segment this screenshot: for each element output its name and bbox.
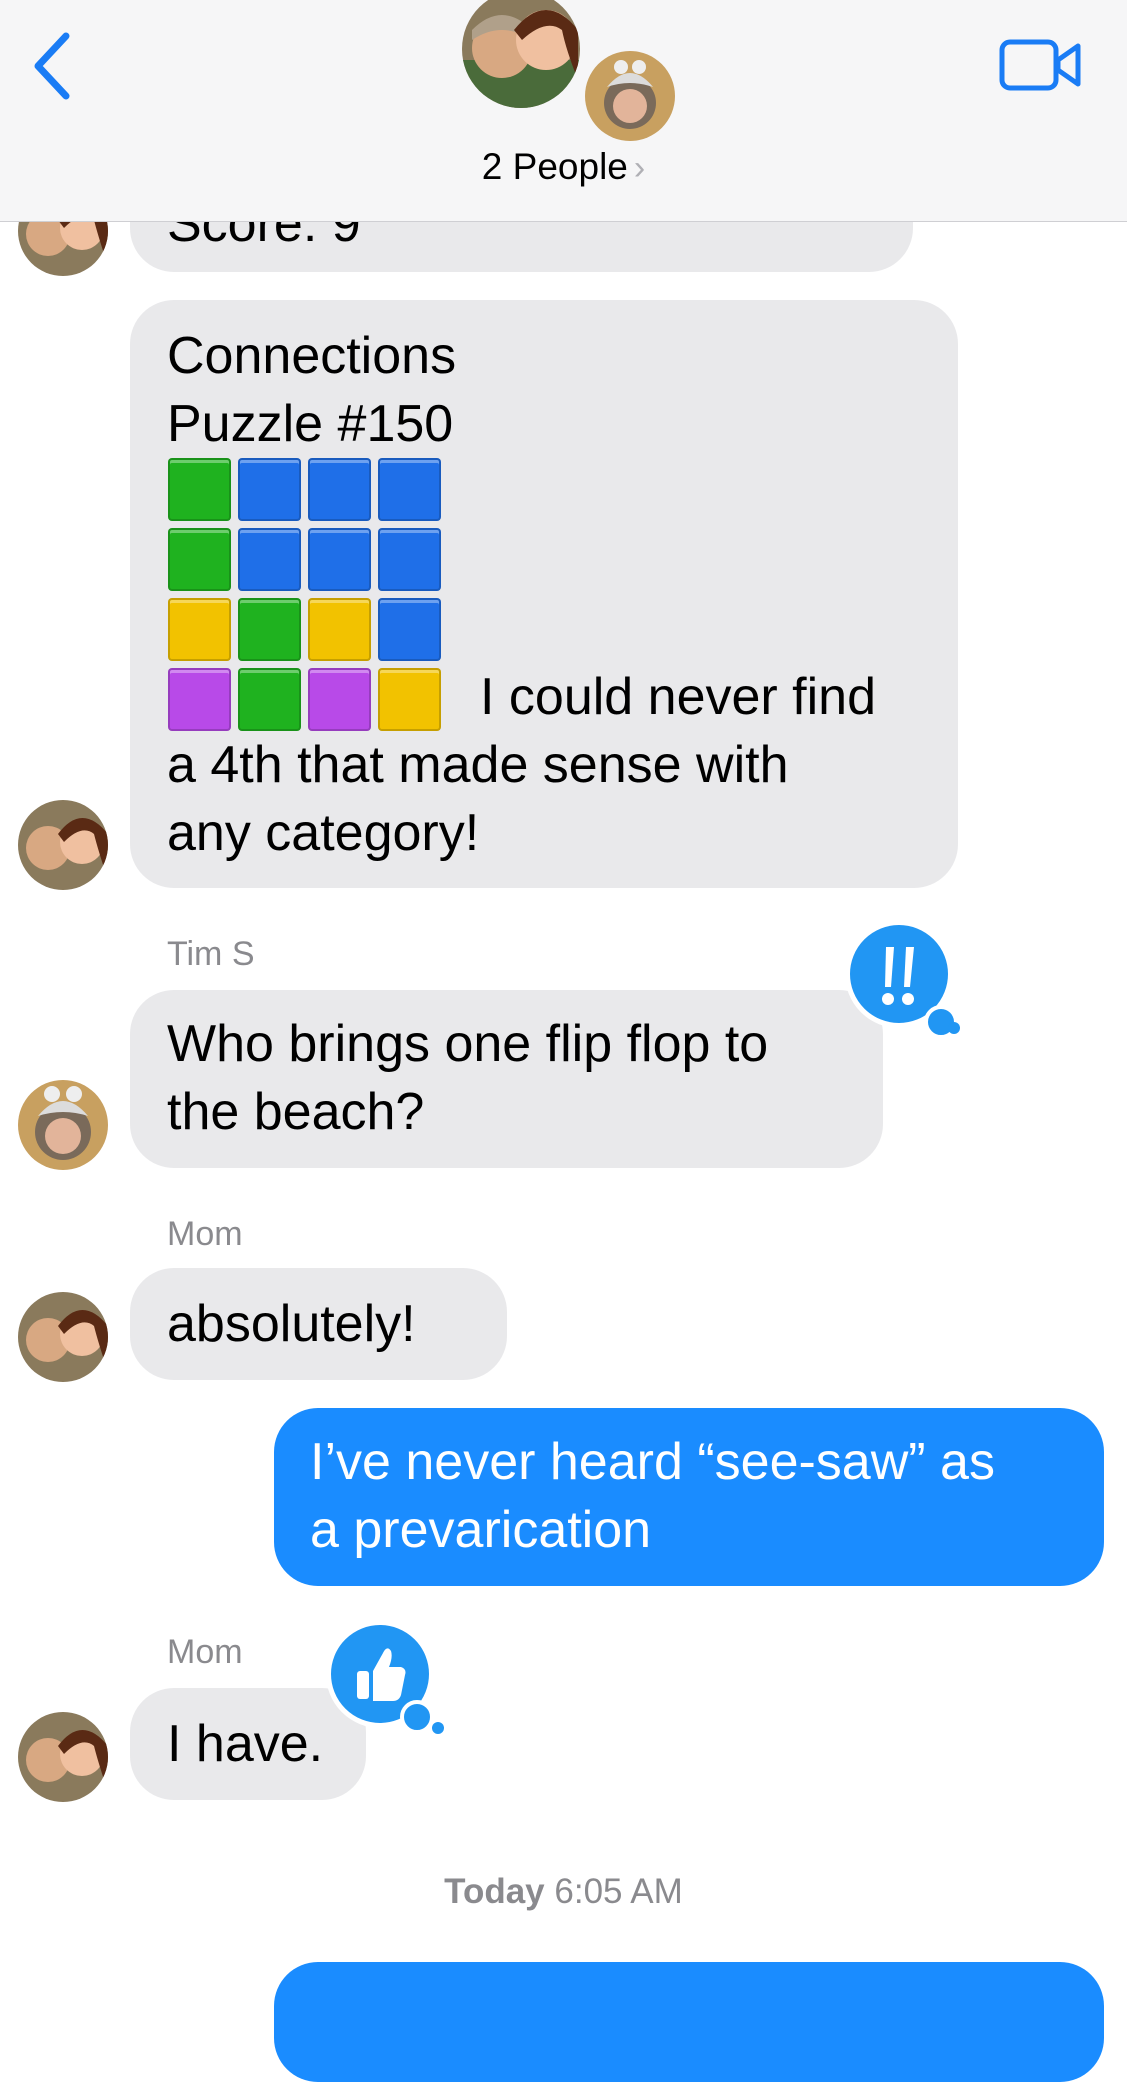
message-text-line: a 4th that made sense with bbox=[167, 736, 789, 794]
sender-name: Mom bbox=[167, 1215, 243, 1253]
tapback-tail-dot-small bbox=[948, 1022, 960, 1034]
timestamp-time: 6:05 AM bbox=[554, 1872, 683, 1911]
message-text: I have. bbox=[167, 1715, 324, 1773]
tile-blue bbox=[378, 528, 441, 591]
chevron-right-icon: › bbox=[633, 149, 646, 187]
back-chevron-icon[interactable] bbox=[28, 30, 78, 102]
tile-purple bbox=[168, 668, 231, 731]
tile-blue bbox=[308, 528, 371, 591]
tile-purple bbox=[308, 668, 371, 731]
tapback-tail-dot bbox=[400, 1700, 434, 1734]
message-bubble-connections[interactable]: Connections Puzzle #150 I could never fi… bbox=[130, 300, 958, 888]
tile-green bbox=[168, 528, 231, 591]
message-text-line: Who brings one flip flop to bbox=[167, 1015, 769, 1073]
message-bubble-absolutely[interactable]: absolutely! bbox=[130, 1268, 507, 1380]
message-text-line: I could never find bbox=[480, 668, 877, 726]
group-name-label: 2 People bbox=[481, 146, 628, 187]
avatar-mom[interactable] bbox=[18, 1292, 108, 1382]
group-name-button[interactable]: 2 People › bbox=[0, 146, 1127, 188]
tile-yellow bbox=[378, 668, 441, 731]
message-text: absolutely! bbox=[167, 1295, 416, 1353]
tile-green bbox=[238, 598, 301, 661]
tile-blue bbox=[238, 458, 301, 521]
tile-yellow bbox=[168, 598, 231, 661]
avatar-mom[interactable] bbox=[18, 1712, 108, 1802]
tile-blue bbox=[238, 528, 301, 591]
group-avatar-tim[interactable] bbox=[582, 48, 678, 144]
message-bubble-flip-flop[interactable]: Who brings one flip flop to the beach? bbox=[130, 990, 883, 1168]
message-text-line: the beach? bbox=[167, 1083, 425, 1141]
tile-green bbox=[168, 458, 231, 521]
message-bubble-outgoing[interactable]: I’ve never heard “see-saw” as a prevaric… bbox=[274, 1408, 1104, 1586]
sender-name: Tim S bbox=[167, 935, 255, 973]
tile-blue bbox=[308, 458, 371, 521]
message-text-line: a prevarication bbox=[310, 1501, 652, 1559]
sender-name: Mom bbox=[167, 1633, 243, 1671]
tile-blue bbox=[378, 598, 441, 661]
message-bubble-outgoing-partial[interactable] bbox=[274, 1962, 1104, 2082]
connections-title: Connections bbox=[167, 327, 457, 385]
timestamp: Today 6:05 AM bbox=[0, 1872, 1127, 1912]
tile-green bbox=[238, 668, 301, 731]
avatar-mom[interactable] bbox=[18, 800, 108, 890]
tile-yellow bbox=[308, 598, 371, 661]
message-text-line: any category! bbox=[167, 804, 480, 862]
video-camera-icon[interactable] bbox=[998, 36, 1082, 94]
conversation-header: 2 People › bbox=[0, 0, 1127, 222]
tapback-tail-dot-small bbox=[432, 1722, 444, 1734]
timestamp-day: Today bbox=[444, 1872, 545, 1911]
avatar-tim[interactable] bbox=[18, 1080, 108, 1170]
connections-puzzle-number: Puzzle #150 bbox=[167, 395, 454, 453]
message-text-line: I’ve never heard “see-saw” as bbox=[310, 1433, 995, 1491]
tile-blue bbox=[378, 458, 441, 521]
connections-result-grid bbox=[168, 458, 458, 748]
group-avatar-mom[interactable] bbox=[462, 0, 580, 108]
